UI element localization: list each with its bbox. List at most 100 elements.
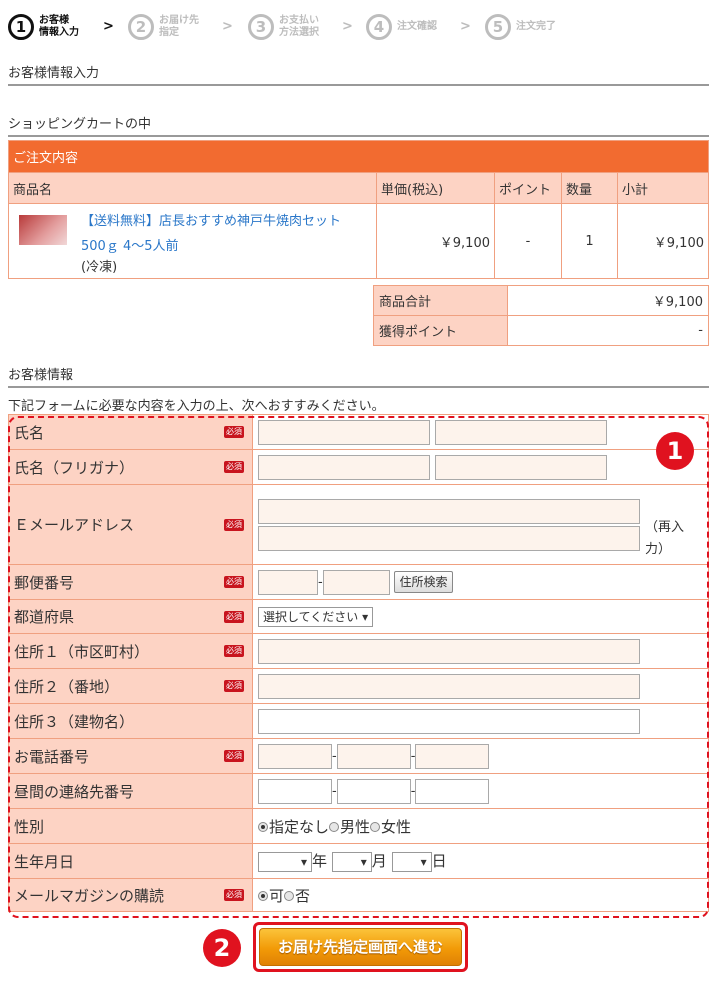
zip1-input[interactable]: [258, 569, 318, 595]
required-badge: 必須: [224, 461, 244, 473]
gender-none-radio[interactable]: [258, 822, 268, 832]
required-badge: 必須: [224, 426, 244, 438]
product-note: (冷凍): [81, 260, 118, 275]
form-intro: 下記フォームに必要な内容を入力の上、次へおすすみください。: [8, 399, 385, 414]
last-name-kana-input[interactable]: [258, 454, 430, 480]
cart-header: ご注文内容: [8, 140, 709, 173]
newsletter-yes-radio[interactable]: [258, 891, 268, 901]
customer-form: 氏名 必須 氏名（フリガナ） 必須 Ｅメールアドレス 必須 （再入力） 郵便番号 必須 …: [8, 414, 709, 912]
daytel3-input[interactable]: [415, 778, 490, 804]
section-title-customer-input: お客様情報入力: [8, 62, 709, 86]
section-title-customer-info: お客様情報: [8, 364, 709, 388]
column-header: ポイント: [494, 172, 562, 204]
step-number: 2: [128, 14, 154, 40]
radio-label: 可: [269, 886, 285, 905]
subtotal: ￥9,100: [617, 203, 709, 279]
required-badge: 必須: [224, 750, 244, 762]
chevron-right-icon: >: [460, 19, 471, 34]
radio-label: 否: [295, 886, 311, 905]
submit-highlight-frame: お届け先指定画面へ進む: [253, 922, 468, 972]
birth-year-select[interactable]: ▾: [258, 851, 312, 872]
cart-table: ご注文内容 商品名 単価(税込) ポイント 数量 小計 【送料無料】店長おすすめ…: [8, 140, 709, 279]
address-search-button[interactable]: 住所検索: [394, 571, 453, 593]
prefecture-select[interactable]: 選択してください ▾: [258, 606, 374, 627]
gender-male-radio[interactable]: [329, 822, 340, 832]
required-badge: 必須: [224, 576, 244, 588]
field-label: 生年月日: [14, 852, 75, 871]
tel2-input[interactable]: [336, 743, 411, 769]
field-label: 氏名（フリガナ）: [14, 458, 135, 477]
field-label: お電話番号: [14, 747, 90, 766]
column-header: 単価(税込): [376, 172, 495, 204]
unit-price: ￥9,100: [376, 203, 495, 279]
points-value: -: [507, 315, 709, 346]
product-cell: 【送料無料】店長おすすめ神戸牛焼肉セット 500ｇ 4～5人前 (冷凍): [8, 203, 377, 279]
totals-table: 商品合計 ￥9,100 獲得ポイント -: [373, 285, 709, 346]
zip2-input[interactable]: [322, 569, 390, 595]
first-name-kana-input[interactable]: [434, 454, 607, 480]
first-name-input[interactable]: [434, 419, 607, 445]
points-label: 獲得ポイント: [373, 315, 508, 346]
field-label: 性別: [14, 817, 45, 836]
field-label: 都道府県: [14, 608, 75, 626]
chevron-right-icon: >: [342, 19, 353, 34]
step-number: 5: [485, 14, 511, 40]
email-input[interactable]: [258, 498, 640, 524]
field-label: メールマガジンの購読: [14, 886, 165, 905]
address1-input[interactable]: [258, 638, 640, 664]
column-header: 小計: [617, 172, 709, 204]
field-label: Ｅメールアドレス: [14, 516, 135, 534]
field-label: 住所３（建物名）: [14, 712, 135, 731]
required-badge: 必須: [224, 610, 244, 623]
gender-female-radio[interactable]: [370, 822, 381, 832]
radio-label: 男性: [340, 817, 371, 836]
step-number: 4: [366, 14, 392, 40]
address3-input[interactable]: [258, 708, 640, 734]
address2-input[interactable]: [258, 673, 640, 699]
required-badge: 必須: [224, 680, 244, 692]
step-number: 3: [248, 14, 274, 40]
email-again-note: （再入力）: [645, 520, 685, 557]
table-row: 【送料無料】店長おすすめ神戸牛焼肉セット 500ｇ 4～5人前 (冷凍) ￥9,…: [8, 203, 709, 279]
required-badge: 必須: [224, 518, 244, 531]
birth-month-select[interactable]: ▾: [331, 851, 372, 872]
birth-day-select[interactable]: ▾: [391, 851, 432, 872]
chevron-right-icon: >: [222, 19, 233, 34]
product-link[interactable]: 【送料無料】店長おすすめ神戸牛焼肉セット: [81, 209, 341, 234]
step-label: 注文確認: [397, 21, 437, 32]
email-confirm-input[interactable]: [258, 525, 640, 551]
radio-label: 女性: [381, 817, 412, 836]
field-label: 住所２（番地）: [14, 677, 120, 696]
newsletter-no-radio[interactable]: [284, 891, 295, 901]
step-label: お客様 情報入力: [39, 15, 79, 38]
step-label: 注文完了: [516, 21, 556, 32]
callout-badge-2: 2: [203, 929, 241, 967]
points: -: [494, 203, 562, 279]
step-label: お支払い 方法選択: [279, 15, 319, 38]
chevron-right-icon: >: [103, 19, 114, 34]
field-label: 昼間の連絡先番号: [14, 782, 135, 801]
column-header: 商品名: [8, 172, 377, 204]
year-label: 年: [312, 852, 328, 871]
product-link-weight[interactable]: 500ｇ 4～5人前: [81, 234, 341, 259]
product-thumbnail[interactable]: [19, 215, 67, 245]
field-label: 住所１（市区町村）: [14, 642, 150, 661]
column-header: 数量: [561, 172, 618, 204]
last-name-input[interactable]: [258, 419, 430, 445]
radio-label: 指定なし: [269, 817, 330, 836]
field-label: 郵便番号: [14, 573, 75, 592]
quantity: 1: [561, 203, 618, 279]
tel3-input[interactable]: [415, 743, 490, 769]
proceed-to-delivery-button[interactable]: お届け先指定画面へ進む: [259, 928, 462, 966]
step-indicator: 1 お客様 情報入力 > 2 お届け先 指定 > 3 お支払い 方法選択 > 4…: [8, 10, 708, 44]
daytel1-input[interactable]: [258, 778, 332, 804]
required-badge: 必須: [224, 645, 244, 657]
required-badge: 必須: [224, 889, 244, 901]
day-label: 日: [431, 852, 447, 871]
daytel2-input[interactable]: [336, 778, 411, 804]
section-title-cart: ショッピングカートの中: [8, 113, 709, 137]
callout-badge-1: 1: [656, 432, 694, 470]
month-label: 月: [371, 852, 387, 871]
field-label: 氏名: [14, 423, 45, 442]
tel1-input[interactable]: [258, 743, 332, 769]
